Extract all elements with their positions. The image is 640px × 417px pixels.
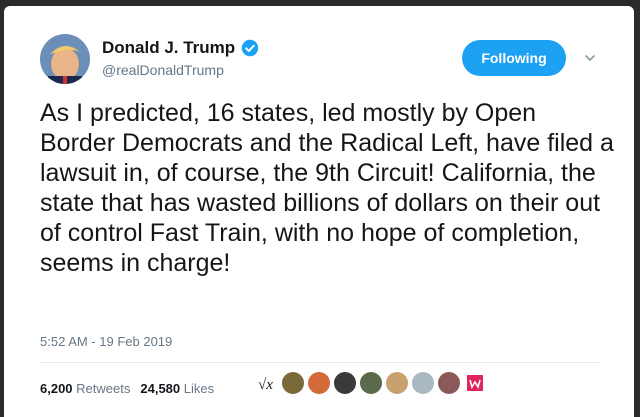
svg-text:√x: √x — [258, 377, 273, 393]
retweets-stat[interactable]: 6,200 Retweets — [40, 381, 130, 396]
user-name[interactable]: Donald J. Trump — [102, 38, 235, 58]
profile-avatar[interactable] — [40, 34, 90, 84]
divider — [40, 362, 600, 363]
liker-avatar[interactable] — [386, 372, 408, 394]
likes-count: 24,580 — [140, 381, 181, 396]
user-handle[interactable]: @realDonaldTrump — [102, 62, 224, 78]
tweet-timestamp[interactable]: 5:52 AM - 19 Feb 2019 — [40, 334, 172, 349]
tweet-text: As I predicted, 16 states, led mostly by… — [40, 99, 614, 277]
liker-avatar[interactable] — [308, 372, 330, 394]
liker-avatar[interactable] — [282, 372, 304, 394]
retweets-label: Retweets — [76, 381, 131, 396]
likes-stat[interactable]: 24,580 Likes — [140, 381, 214, 396]
liker-avatar[interactable] — [412, 372, 434, 394]
liker-avatar[interactable] — [438, 372, 460, 394]
liker-avatar[interactable] — [360, 372, 382, 394]
liker-avatar[interactable]: √x — [256, 372, 278, 394]
chevron-down-icon[interactable] — [584, 52, 596, 64]
following-button[interactable]: Following — [462, 40, 566, 76]
liker-avatar[interactable] — [464, 372, 486, 394]
retweets-count: 6,200 — [40, 381, 73, 396]
liker-avatars: √x — [256, 372, 486, 394]
tweet-card: Donald J. Trump @realDonaldTrump Followi… — [4, 6, 634, 417]
likes-label: Likes — [183, 381, 215, 396]
verified-badge-icon — [241, 39, 259, 57]
user-name-row[interactable]: Donald J. Trump — [102, 38, 259, 58]
liker-avatar[interactable] — [334, 372, 356, 394]
engagement-stats: 6,200 Retweets 24,580 Likes — [40, 381, 214, 396]
